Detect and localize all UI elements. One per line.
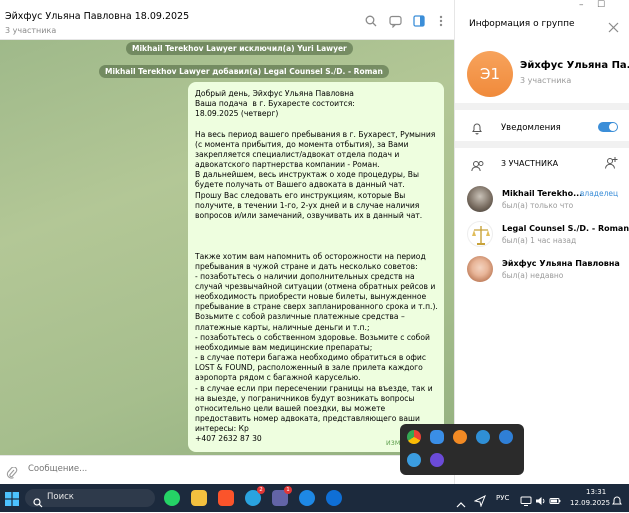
file-explorer-icon[interactable] [191,490,207,506]
tray-overflow-popup [400,424,524,475]
volume-icon[interactable] [535,492,547,505]
add-member-icon[interactable] [604,155,618,169]
whatsapp-icon[interactable] [164,490,180,506]
language-indicator[interactable]: РУС [496,494,509,502]
telegram-icon[interactable]: 2 [245,486,265,506]
network-icon[interactable] [520,492,532,506]
location-icon[interactable] [473,492,486,508]
notification-center-icon[interactable] [611,492,623,505]
more-options-icon[interactable] [434,14,448,28]
message-input[interactable] [26,463,230,475]
notifications-toggle[interactable] [598,122,618,132]
skype-icon[interactable] [299,490,315,506]
service-message: Mikhail Terekhov Lawyer добавил(а) Legal… [99,65,389,78]
clock-date[interactable]: 12.09.2025 [570,499,610,507]
notifications-label: Уведомления [501,123,561,133]
clock-time[interactable]: 13:31 [586,488,606,496]
member-status: был(а) недавно [502,271,564,280]
firefox-tray-icon[interactable] [453,430,467,444]
avatar [467,186,493,212]
scales-of-justice-icon [472,226,490,245]
avatar [467,256,493,282]
notification-badge: 1 [284,486,292,494]
chat-messages-area[interactable]: Mikhail Terekhov Lawyer исключил(а) Yuri… [0,40,454,455]
app-tray-icon[interactable] [407,453,421,467]
message-composer[interactable] [0,455,454,484]
member-item[interactable]: Legal Counsel S./D. - Roman был(а) 1 час… [467,221,629,251]
attach-icon[interactable] [6,464,18,479]
edge-icon[interactable] [326,490,342,506]
teams-icon[interactable]: 1 [272,486,292,506]
notification-badge: 2 [257,486,265,494]
message-text: Добрый день, Эйхфус Ульяна Павловна Ваша… [195,89,438,444]
divider [455,103,629,110]
search-icon [33,493,43,508]
avatar [467,221,493,247]
service-message: Mikhail Terekhov Lawyer исключил(а) Yuri… [126,42,353,55]
maximize-window-button[interactable]: ☐ [597,0,605,10]
group-member-count: 3 участника [520,76,572,85]
message-bubble[interactable]: Добрый день, Эйхфус Ульяна Павловна Ваша… [188,82,444,452]
windows-start-icon[interactable] [5,491,19,506]
chevron-up-icon[interactable] [456,494,466,508]
member-item[interactable]: Эйхфус Ульяна Павловна был(а) недавно [467,256,627,286]
members-header: 3 УЧАСТНИКА [501,159,559,168]
member-name: Mikhail Terekho... [502,189,583,198]
telegram-tray-icon[interactable] [476,430,490,444]
app-tray-icon[interactable] [430,453,444,467]
member-name: Legal Counsel S./D. - Roman [502,224,629,233]
member-role: владелец [580,189,619,198]
sidebar-toggle-icon[interactable] [412,14,426,28]
divider [455,141,629,148]
member-status: был(а) 1 час назад [502,236,577,245]
chat-header[interactable]: Эйхфус Ульяна Павловна 18.09.2025 3 учас… [0,0,454,40]
video-chat-icon[interactable] [388,14,402,28]
onedrive-tray-icon[interactable] [430,430,444,444]
bell-icon [471,120,483,135]
group-info-panel: – ☐ Информация о группе Э1 Эйхфус Ульяна… [454,0,629,484]
taskbar-search[interactable]: Поиск [25,489,155,508]
members-icon [471,157,485,172]
chat-title[interactable]: Эйхфус Ульяна Павловна 18.09.2025 [5,11,189,22]
search-label: Поиск [47,492,74,502]
close-icon[interactable] [608,18,620,33]
panel-title: Информация о группе [469,19,575,29]
member-item[interactable]: Mikhail Terekho... владелец был(а) тольк… [467,186,627,216]
vpn-tray-icon[interactable] [499,430,513,444]
battery-icon[interactable] [549,492,561,504]
chrome-tray-icon[interactable] [407,430,421,444]
minimize-window-button[interactable]: – [579,0,584,10]
member-status: был(а) только что [502,201,574,210]
member-name: Эйхфус Ульяна Павловна [502,259,620,268]
brave-browser-icon[interactable] [218,490,234,506]
chat-member-count: 3 участника [5,26,57,35]
search-icon[interactable] [364,14,378,28]
group-avatar[interactable]: Э1 [467,51,513,97]
group-name: Эйхфус Ульяна Па... [520,60,629,71]
taskbar: Поиск 2 1 РУС 13:31 12.09.2025 [0,484,629,512]
